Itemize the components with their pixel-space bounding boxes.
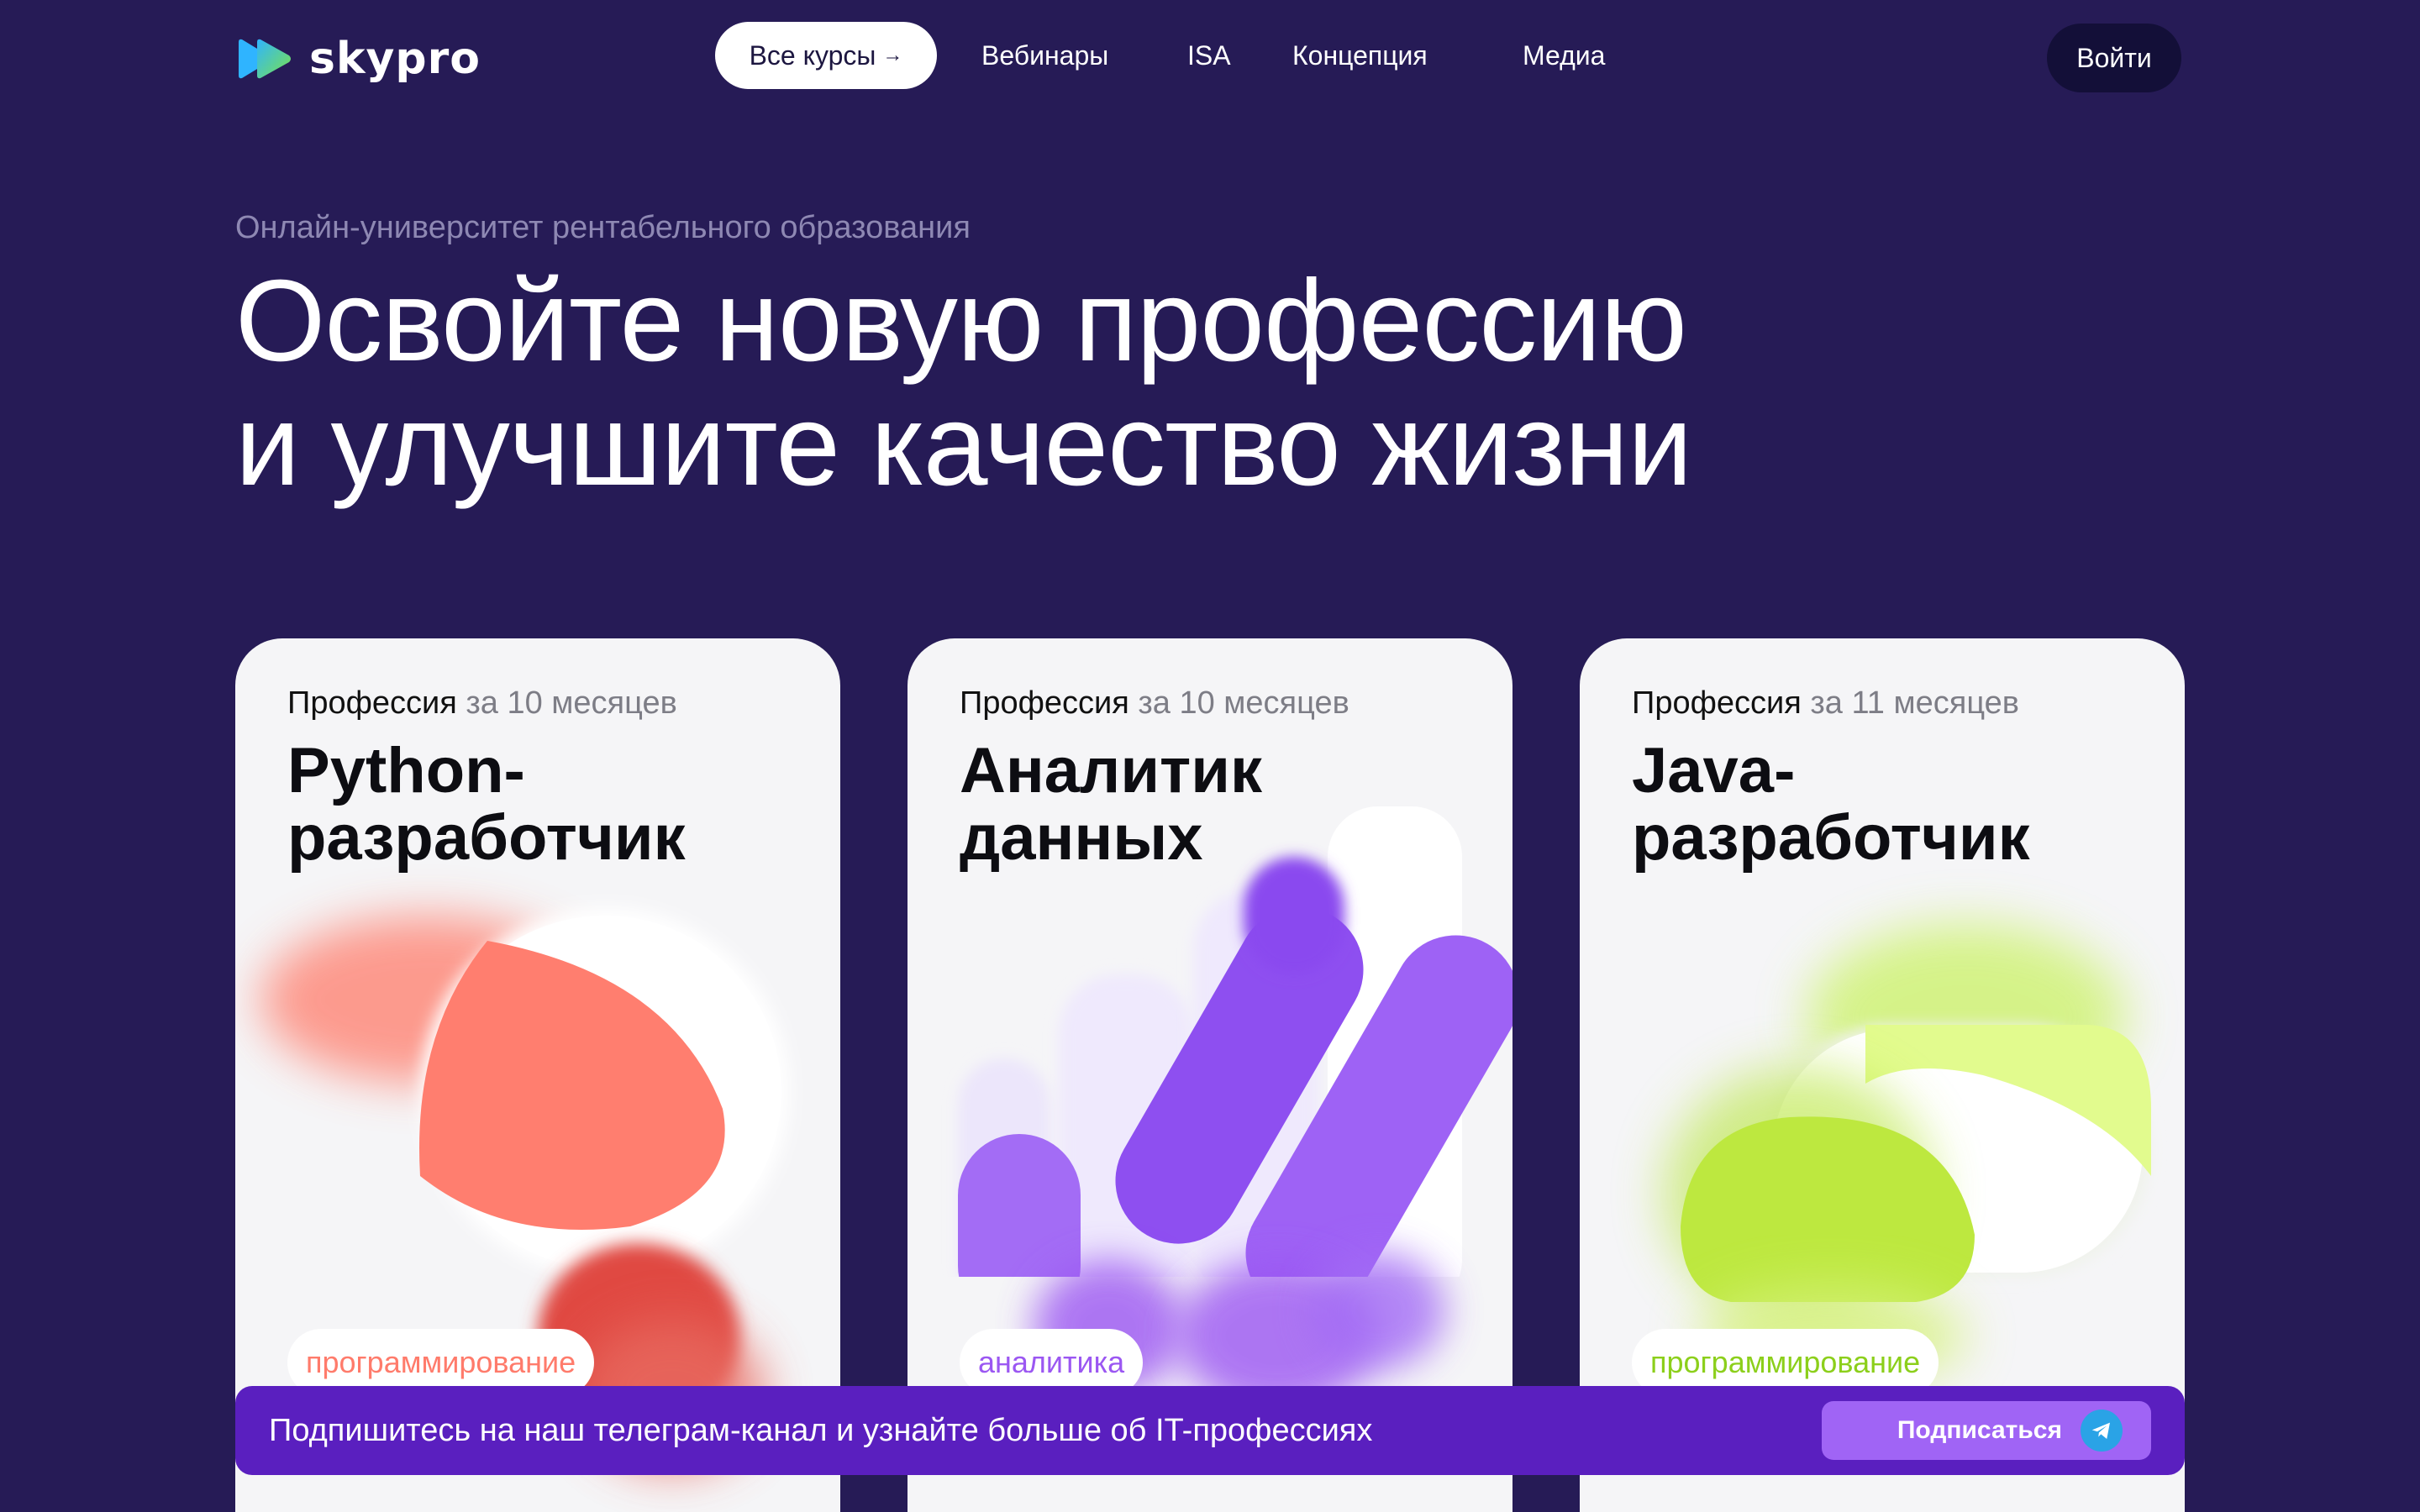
nav-media-link[interactable]: Медиа [1523, 37, 1605, 74]
card-title-line-2: разработчик [1632, 802, 2030, 874]
card-title-line-1: Python- [287, 735, 525, 806]
card-meta: Профессия за 10 месяцев [960, 685, 1349, 722]
nav-webinars-link[interactable]: Вебинары [981, 37, 1108, 74]
course-card-data-analyst[interactable]: Профессия за 10 месяцев Аналитик данных … [908, 638, 1512, 1512]
card-title-line-1: Аналитик [960, 735, 1263, 806]
card-title: Аналитик данных [960, 738, 1481, 872]
banner-text: Подпишитесь на наш телеграм-канал и узна… [269, 1412, 1373, 1448]
logo-play-icon [239, 39, 291, 79]
card-title: Java- разработчик [1632, 738, 2153, 872]
nav-all-courses-button[interactable]: Все курсы → [715, 22, 937, 89]
card-meta-prefix: Профессия [287, 685, 457, 721]
card-meta-prefix: Профессия [1632, 685, 1802, 721]
arrow-right-icon: → [882, 44, 903, 66]
course-card-java[interactable]: Профессия за 11 месяцев Java- разработчи… [1580, 638, 2185, 1512]
card-meta: Профессия за 10 месяцев [287, 685, 677, 722]
card-title-line-1: Java- [1632, 735, 1796, 806]
hero-subtitle: Онлайн-университет рентабельного образов… [235, 210, 971, 245]
course-card-python[interactable]: Профессия за 10 месяцев Python- разработ… [235, 638, 840, 1512]
card-meta-duration: за 11 месяцев [1810, 685, 2019, 721]
card-meta-prefix: Профессия [960, 685, 1129, 721]
hero-title-line-1: Освойте новую профессию [235, 256, 1687, 386]
card-title-line-2: данных [960, 802, 1203, 874]
telegram-icon [2081, 1410, 2123, 1452]
subscribe-button-label: Подписаться [1897, 1416, 2062, 1444]
nav-all-courses-label: Все курсы [749, 39, 876, 71]
nav-concept-link[interactable]: Концепция [1292, 37, 1428, 74]
skypro-logo[interactable]: skypro [235, 34, 481, 84]
logo-text: skypro [309, 34, 481, 84]
card-title: Python- разработчик [287, 738, 808, 872]
login-button[interactable]: Войти [2047, 24, 2181, 92]
card-meta-duration: за 10 месяцев [1138, 685, 1349, 721]
hero-title-line-2: и улучшите качество жизни [235, 381, 1692, 510]
card-title-line-2: разработчик [287, 802, 686, 874]
card-meta: Профессия за 11 месяцев [1632, 685, 2019, 722]
hero-title: Освойте новую профессию и улучшите качес… [235, 259, 2168, 507]
nav-isa-link[interactable]: ISA [1187, 37, 1231, 74]
telegram-subscribe-banner: Подпишитесь на наш телеграм-канал и узна… [235, 1386, 2185, 1475]
subscribe-button[interactable]: Подписаться [1822, 1401, 2151, 1460]
card-meta-duration: за 10 месяцев [466, 685, 677, 721]
